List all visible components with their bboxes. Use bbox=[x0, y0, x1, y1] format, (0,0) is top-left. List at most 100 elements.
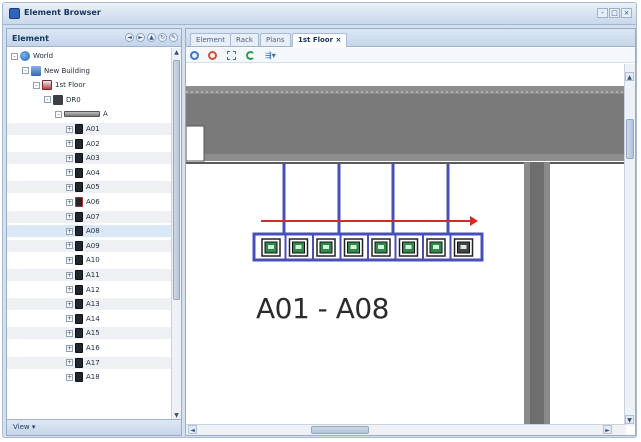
back-button[interactable]: ◄ bbox=[125, 33, 134, 42]
rack-icon bbox=[75, 357, 83, 368]
expander-icon[interactable]: + bbox=[66, 140, 73, 148]
scroll-up-arrow-icon[interactable]: ▲ bbox=[173, 49, 180, 57]
tree-item[interactable]: - World bbox=[7, 50, 171, 62]
zoom-in-icon[interactable] bbox=[190, 51, 199, 60]
expander-icon[interactable]: + bbox=[66, 344, 73, 352]
tree-item-label: A12 bbox=[86, 285, 100, 294]
refresh-icon[interactable] bbox=[246, 51, 255, 60]
expander-icon[interactable]: - bbox=[44, 96, 51, 104]
expander-icon[interactable]: - bbox=[11, 52, 18, 60]
tree-item[interactable]: + A06 bbox=[7, 196, 171, 208]
expander-icon[interactable]: - bbox=[22, 67, 29, 75]
tree-item-label: A08 bbox=[86, 227, 100, 236]
view-menu-button[interactable]: View ▾ bbox=[13, 423, 35, 431]
forward-button[interactable]: ► bbox=[136, 33, 145, 42]
rack-icon bbox=[75, 313, 83, 324]
rack-front-panel bbox=[405, 245, 412, 249]
tree-item[interactable]: + A17 bbox=[7, 356, 171, 369]
rack-icon bbox=[75, 328, 83, 339]
expander-icon[interactable]: - bbox=[33, 81, 40, 89]
title-bar[interactable]: Element Browser - □ × bbox=[3, 3, 636, 25]
tree-item[interactable]: - DR0 bbox=[7, 94, 171, 106]
expander-icon[interactable]: + bbox=[66, 198, 73, 206]
expander-icon[interactable]: + bbox=[66, 125, 73, 133]
expander-icon[interactable]: + bbox=[66, 286, 73, 294]
tree-item[interactable]: + A10 bbox=[7, 254, 171, 266]
tree-item[interactable]: -A bbox=[7, 108, 171, 120]
canvas-scroll-up-icon[interactable]: ▲ bbox=[625, 72, 634, 81]
zoom-out-icon[interactable] bbox=[208, 51, 217, 60]
tree-item[interactable]: - New Building bbox=[7, 65, 171, 77]
rack-front-panel bbox=[268, 245, 274, 249]
expander-icon[interactable]: + bbox=[66, 169, 73, 177]
up-button[interactable]: ▲ bbox=[147, 33, 156, 42]
rack-icon bbox=[75, 270, 83, 280]
tree-item[interactable]: + A02 bbox=[7, 138, 171, 150]
expander-icon[interactable]: + bbox=[66, 373, 73, 381]
tree-item[interactable]: - 1st Floor bbox=[7, 79, 171, 91]
tree-item[interactable]: + A15 bbox=[7, 327, 171, 340]
canvas-horizontal-scrollbar[interactable]: ◄ ► bbox=[186, 424, 626, 435]
tree-item-label: A13 bbox=[86, 300, 100, 309]
expander-icon[interactable]: + bbox=[66, 256, 73, 264]
canvas-scroll-down-icon[interactable]: ▼ bbox=[625, 415, 634, 424]
close-button[interactable]: × bbox=[621, 8, 632, 18]
tab-plans[interactable]: Plans bbox=[260, 33, 291, 46]
layout-icon[interactable]: ⇶▾ bbox=[265, 51, 279, 60]
tree-scroll-thumb[interactable] bbox=[173, 60, 180, 300]
tree-item[interactable]: + A07 bbox=[7, 210, 171, 223]
tree-item-label: A09 bbox=[86, 241, 100, 250]
expander-icon[interactable]: + bbox=[66, 329, 73, 337]
expander-icon[interactable]: + bbox=[66, 227, 73, 235]
tab-close-icon[interactable]: × bbox=[336, 36, 342, 44]
expander-icon[interactable]: + bbox=[66, 154, 73, 162]
tree-item[interactable]: + A08 bbox=[7, 225, 171, 238]
floor-plan-canvas[interactable]: A01 - A08 bbox=[186, 64, 625, 426]
maximize-button[interactable]: □ bbox=[609, 8, 620, 18]
canvas-vscroll-thumb[interactable] bbox=[626, 119, 634, 159]
minimize-button[interactable]: - bbox=[597, 8, 608, 18]
fit-icon[interactable] bbox=[227, 51, 236, 60]
cable-tray-drops bbox=[282, 164, 450, 234]
tree-item-label: A05 bbox=[86, 183, 100, 192]
tree-item[interactable]: + A09 bbox=[7, 239, 171, 252]
tree-item[interactable]: + A12 bbox=[7, 284, 171, 296]
canvas-scroll-left-icon[interactable]: ◄ bbox=[188, 425, 197, 434]
expander-icon[interactable]: + bbox=[66, 359, 73, 367]
canvas-scroll-right-icon[interactable]: ► bbox=[603, 425, 612, 434]
rack-row bbox=[252, 232, 484, 262]
expander-icon[interactable]: - bbox=[55, 110, 62, 118]
expander-icon[interactable]: + bbox=[66, 213, 73, 221]
edit-button[interactable]: ✎ bbox=[169, 33, 178, 42]
expander-icon[interactable]: + bbox=[66, 315, 73, 323]
tree-item[interactable]: + A13 bbox=[7, 298, 171, 311]
tree-item-label: A07 bbox=[86, 212, 100, 221]
tree-item[interactable]: + A16 bbox=[7, 342, 171, 354]
canvas-vertical-scrollbar[interactable]: ▲ ▼ bbox=[624, 64, 635, 426]
wall-edge bbox=[186, 162, 625, 164]
rack-icon bbox=[75, 124, 83, 134]
expander-icon[interactable]: + bbox=[66, 300, 73, 308]
tree-item[interactable]: + A18 bbox=[7, 371, 171, 383]
tree-item[interactable]: + A01 bbox=[7, 123, 171, 135]
tree-item-label: A18 bbox=[86, 373, 100, 382]
canvas-hscroll-thumb[interactable] bbox=[311, 426, 369, 434]
refresh-button[interactable]: ↻ bbox=[158, 33, 167, 42]
tree-item-label: A bbox=[103, 110, 108, 119]
tree-item[interactable]: + A11 bbox=[7, 269, 171, 281]
tab-element[interactable]: Element bbox=[190, 33, 231, 46]
tab-rack[interactable]: Rack bbox=[230, 33, 259, 46]
tab-1st-floor[interactable]: 1st Floor × bbox=[292, 33, 348, 47]
expander-icon[interactable]: + bbox=[66, 242, 73, 250]
tree-item[interactable]: + A14 bbox=[7, 313, 171, 325]
window-controls: - □ × bbox=[597, 8, 632, 18]
tree-item[interactable]: + A04 bbox=[7, 167, 171, 179]
expander-icon[interactable]: + bbox=[66, 183, 73, 191]
tree-item[interactable]: + A03 bbox=[7, 152, 171, 165]
floor-plan-panel: Element Rack Plans 1st Floor × ⇶▾ A01 - … bbox=[185, 28, 636, 436]
rack-front-panel bbox=[460, 245, 467, 249]
expander-icon[interactable]: + bbox=[66, 271, 73, 279]
tree-scrollbar[interactable]: ▲ ▼ bbox=[171, 48, 181, 421]
tree-item[interactable]: + A05 bbox=[7, 181, 171, 194]
element-browser-window: Element Browser - □ × Element ◄ ► ▲ ↻ ✎ … bbox=[2, 2, 637, 438]
